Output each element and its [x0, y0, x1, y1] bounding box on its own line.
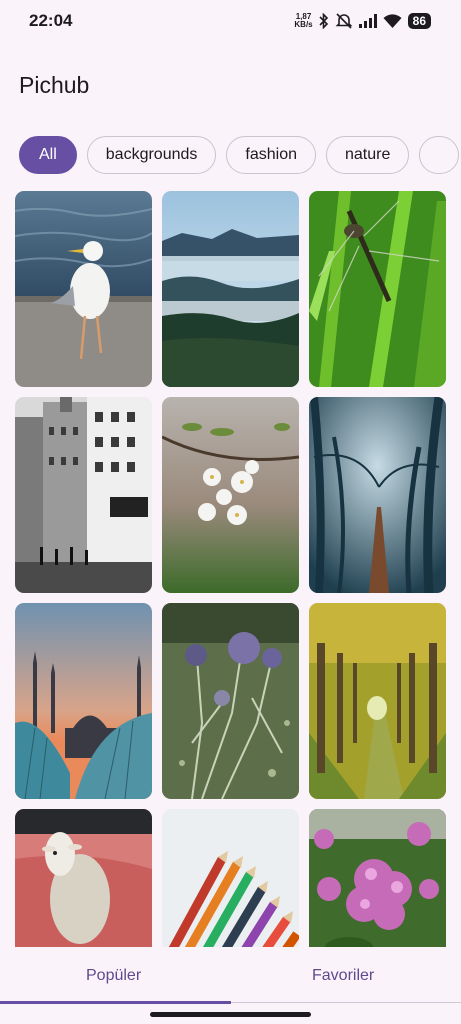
photo-city-street-black-white[interactable]	[15, 397, 152, 593]
net-speed: 1,87 KB/s	[294, 13, 312, 29]
chip-nature[interactable]: nature	[326, 136, 410, 174]
tab-indicator	[0, 1001, 231, 1004]
signal-icon	[358, 14, 377, 28]
app-title: Pichub	[19, 72, 90, 98]
mute-icon	[335, 13, 353, 29]
chip-all[interactable]: All	[19, 136, 77, 174]
gesture-handle[interactable]	[150, 1012, 311, 1017]
battery-icon: 86	[407, 13, 431, 29]
chip-more[interactable]	[419, 136, 460, 174]
tab-popular[interactable]: Popüler	[86, 967, 141, 985]
chip-backgrounds[interactable]: backgrounds	[86, 136, 217, 174]
photo-misty-forest-valley[interactable]	[162, 191, 299, 387]
photo-white-blossom-branch[interactable]	[162, 397, 299, 593]
chip-fashion[interactable]: fashion	[226, 136, 316, 174]
photo-sheep-on-roof[interactable]	[15, 809, 152, 947]
photo-mosque-at-sunset[interactable]	[15, 603, 152, 799]
net-speed-unit: KB/s	[294, 20, 313, 29]
status-bar: 22:04 1,87 KB/s 86	[0, 0, 461, 42]
tab-divider	[231, 1002, 461, 1003]
bottom-nav: Popüler Favoriler	[0, 947, 461, 1024]
photo-colored-pencils[interactable]	[162, 809, 299, 947]
photo-grid	[15, 191, 447, 947]
photo-seagull-on-pier[interactable]	[15, 191, 152, 387]
photo-thistle-flowers[interactable]	[162, 603, 299, 799]
status-time: 22:04	[29, 11, 73, 30]
photo-dragonfly-on-grass[interactable]	[309, 191, 446, 387]
wifi-icon	[383, 13, 402, 29]
photo-tree-tunnel-path[interactable]	[309, 603, 446, 799]
status-icons: 1,87 KB/s 86	[294, 10, 431, 32]
photo-foggy-forest-path[interactable]	[309, 397, 446, 593]
bluetooth-icon	[319, 13, 329, 29]
category-chips: All backgrounds fashion nature	[19, 136, 461, 174]
tab-favorites[interactable]: Favoriler	[312, 967, 374, 985]
photo-pink-rhododendron[interactable]	[309, 809, 446, 947]
